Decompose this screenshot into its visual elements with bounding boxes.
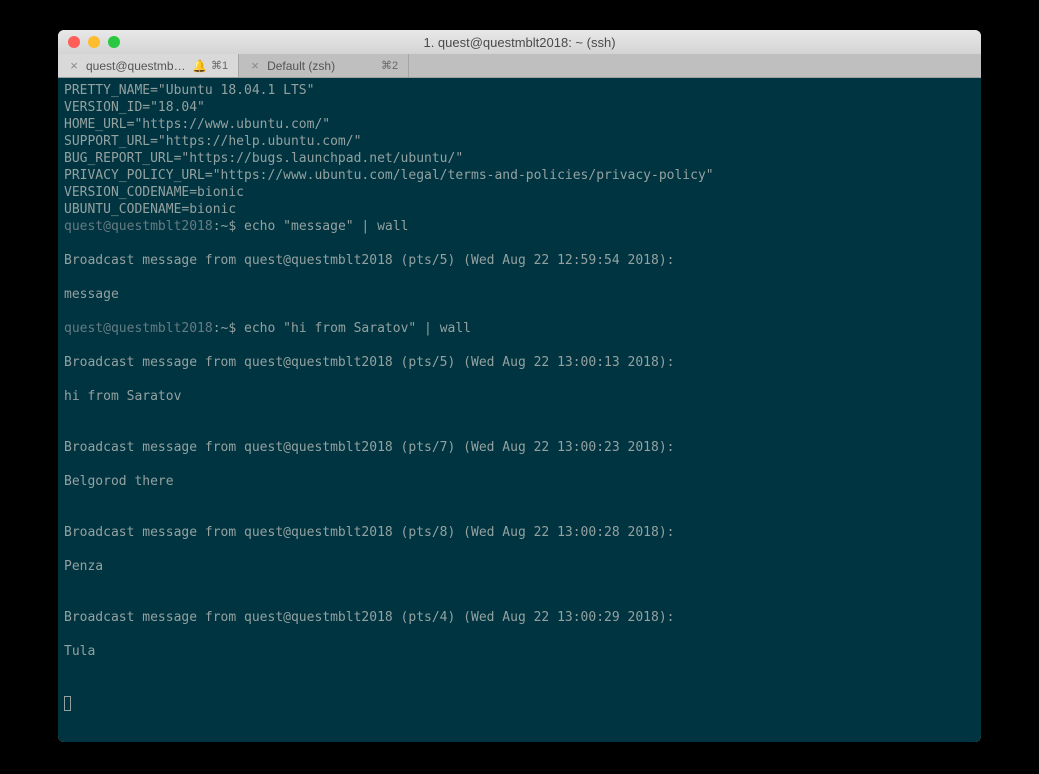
terminal-line: hi from Saratov bbox=[64, 388, 975, 405]
terminal-line bbox=[64, 235, 975, 252]
tab-bar: × quest@questmblt... 🔔 ⌘1 × Default (zsh… bbox=[58, 54, 981, 78]
cursor bbox=[64, 696, 71, 711]
terminal-line: PRETTY_NAME="Ubuntu 18.04.1 LTS" bbox=[64, 82, 975, 99]
tab-ssh[interactable]: × quest@questmblt... 🔔 ⌘1 bbox=[58, 54, 239, 77]
terminal-line bbox=[64, 269, 975, 286]
terminal-line bbox=[64, 677, 975, 694]
prompt-path: :~$ bbox=[213, 219, 244, 234]
traffic-lights bbox=[68, 36, 120, 48]
terminal-line bbox=[64, 541, 975, 558]
tab-label: quest@questmblt... bbox=[86, 59, 186, 73]
bell-icon: 🔔 bbox=[192, 59, 207, 73]
terminal-line: Broadcast message from quest@questmblt20… bbox=[64, 524, 975, 541]
terminal-line: message bbox=[64, 286, 975, 303]
prompt-user: quest@questmblt2018 bbox=[64, 219, 213, 234]
close-icon[interactable]: × bbox=[249, 58, 261, 73]
maximize-window-button[interactable] bbox=[108, 36, 120, 48]
terminal-line bbox=[64, 303, 975, 320]
command-text: echo "message" | wall bbox=[244, 219, 408, 234]
minimize-window-button[interactable] bbox=[88, 36, 100, 48]
terminal-line: UBUNTU_CODENAME=bionic bbox=[64, 201, 975, 218]
terminal-line bbox=[64, 694, 975, 712]
terminal-line bbox=[64, 507, 975, 524]
terminal-line: Tula bbox=[64, 643, 975, 660]
terminal-line: VERSION_ID="18.04" bbox=[64, 99, 975, 116]
tab-label: Default (zsh) bbox=[267, 59, 335, 73]
terminal-line bbox=[64, 660, 975, 677]
close-icon[interactable]: × bbox=[68, 58, 80, 73]
titlebar[interactable]: 1. quest@questmblt2018: ~ (ssh) bbox=[58, 30, 981, 54]
terminal-line bbox=[64, 456, 975, 473]
window-title: 1. quest@questmblt2018: ~ (ssh) bbox=[58, 35, 981, 50]
terminal-line bbox=[64, 337, 975, 354]
terminal-line bbox=[64, 422, 975, 439]
close-window-button[interactable] bbox=[68, 36, 80, 48]
terminal-line: PRIVACY_POLICY_URL="https://www.ubuntu.c… bbox=[64, 167, 975, 184]
terminal-line bbox=[64, 405, 975, 422]
terminal-line: quest@questmblt2018:~$ echo "message" | … bbox=[64, 218, 975, 235]
terminal-window: 1. quest@questmblt2018: ~ (ssh) × quest@… bbox=[58, 30, 981, 742]
terminal-line bbox=[64, 626, 975, 643]
terminal-line: SUPPORT_URL="https://help.ubuntu.com/" bbox=[64, 133, 975, 150]
tab-shortcut: ⌘1 bbox=[211, 59, 228, 72]
terminal-line bbox=[64, 575, 975, 592]
terminal-line: Broadcast message from quest@questmblt20… bbox=[64, 354, 975, 371]
terminal-line: quest@questmblt2018:~$ echo "hi from Sar… bbox=[64, 320, 975, 337]
prompt-path: :~$ bbox=[213, 321, 244, 336]
terminal-line bbox=[64, 371, 975, 388]
tab-shortcut: ⌘2 bbox=[381, 59, 398, 72]
terminal-line: Belgorod there bbox=[64, 473, 975, 490]
command-text: echo "hi from Saratov" | wall bbox=[244, 321, 471, 336]
terminal-line: Penza bbox=[64, 558, 975, 575]
terminal-line bbox=[64, 592, 975, 609]
prompt-user: quest@questmblt2018 bbox=[64, 321, 213, 336]
terminal-line bbox=[64, 490, 975, 507]
terminal-line: Broadcast message from quest@questmblt20… bbox=[64, 252, 975, 269]
terminal-line: HOME_URL="https://www.ubuntu.com/" bbox=[64, 116, 975, 133]
terminal-line: Broadcast message from quest@questmblt20… bbox=[64, 609, 975, 626]
terminal-line: Broadcast message from quest@questmblt20… bbox=[64, 439, 975, 456]
terminal-line: BUG_REPORT_URL="https://bugs.launchpad.n… bbox=[64, 150, 975, 167]
terminal-output[interactable]: PRETTY_NAME="Ubuntu 18.04.1 LTS"VERSION_… bbox=[58, 78, 981, 742]
terminal-line: VERSION_CODENAME=bionic bbox=[64, 184, 975, 201]
tab-default[interactable]: × Default (zsh) ⌘2 bbox=[239, 54, 409, 77]
